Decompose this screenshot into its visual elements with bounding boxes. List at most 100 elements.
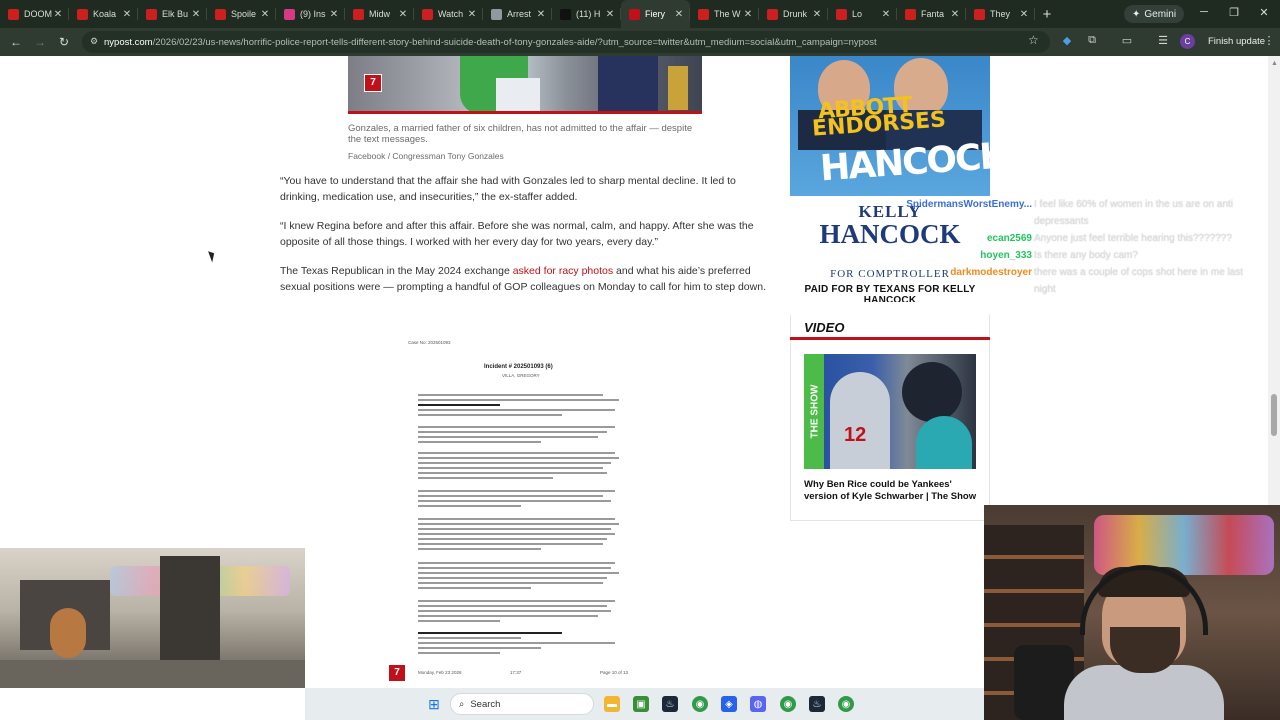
chat-username: ecan2569 (986, 233, 1032, 244)
url-domain: nypost.com (104, 36, 153, 48)
reload-icon[interactable]: ↻ (52, 35, 76, 49)
doc-footer-time: 17:37 (510, 670, 522, 675)
browser-tab[interactable]: Lo ✕ (828, 0, 897, 28)
menu-kebab-icon[interactable]: ⋮ (1262, 34, 1276, 48)
tab-close-icon[interactable]: ✕ (673, 9, 685, 20)
browser-tab[interactable]: Koala ✕ (69, 0, 138, 28)
tab-close-icon[interactable]: ✕ (52, 9, 64, 20)
doc-text-block (418, 490, 623, 510)
chat-text: Is there any body cam? (1034, 250, 1138, 261)
chrome-icon[interactable]: ◉ (838, 696, 854, 712)
video-heading: VIDEO (804, 320, 845, 335)
tab-label: Lo (852, 9, 863, 19)
video-title-link[interactable]: Why Ben Rice could be Yankees' version o… (804, 479, 982, 503)
address-bar[interactable]: ⚙ nypost.com/2026/02/23/us-news/horrific… (82, 31, 1050, 53)
reading-list-icon[interactable]: ☰ (1156, 34, 1170, 48)
chat-text: night (1034, 284, 1056, 295)
windows-start-icon[interactable]: ⊞ (426, 696, 442, 712)
restore-icon[interactable]: ❐ (1226, 6, 1242, 19)
doc-title: Incident # 202501093 (6) (484, 364, 553, 370)
tab-label: The W (714, 9, 741, 19)
browser-tab[interactable]: Fanta ✕ (897, 0, 966, 28)
discord-icon[interactable]: ◍ (750, 696, 766, 712)
extension-icon[interactable]: ◆ (1060, 34, 1074, 48)
webcam-streamer (984, 505, 1280, 720)
doc-text-block (418, 562, 623, 592)
browser-tab[interactable]: Spoile ✕ (207, 0, 276, 28)
photo-caption: Gonzales, a married father of six childr… (348, 123, 693, 145)
browser-tab[interactable]: (9) Ins ✕ (276, 0, 345, 28)
youtube-icon (8, 8, 19, 20)
tab-label: Fanta (921, 9, 945, 19)
forward-icon[interactable]: → (28, 35, 52, 49)
doc-text-block (418, 426, 623, 446)
stream-chat-overlay: SpidermansWorstEnemy... I feel like 60% o… (892, 196, 1280, 298)
tab-close-icon[interactable]: ✕ (121, 9, 133, 20)
search-label: Search (470, 698, 501, 710)
doc-text-block (418, 518, 623, 553)
scrollbar-thumb[interactable] (1271, 394, 1277, 436)
chat-message: depressants (892, 213, 1280, 230)
extensions-puzzle-icon[interactable]: ⧉ (1085, 34, 1099, 48)
site-info-icon[interactable]: ⚙ (90, 36, 100, 46)
gemini-button[interactable]: ✦ Gemini (1124, 5, 1185, 23)
browser-tab[interactable]: Watch ✕ (414, 0, 483, 28)
youtube-icon (77, 8, 88, 20)
chrome-icon[interactable]: ◉ (780, 696, 796, 712)
chat-message: SpidermansWorstEnemy... I feel like 60% o… (892, 196, 1280, 213)
steam-icon[interactable]: ♨ (662, 696, 678, 712)
tab-close-icon[interactable]: ✕ (397, 9, 409, 20)
bookmark-star-icon[interactable]: ☆ (1028, 33, 1039, 47)
browser-tab[interactable]: Fiery ✕ (621, 0, 690, 28)
taskbar-search[interactable]: ⌕ Search (450, 693, 594, 715)
browser-tab[interactable]: (11) H ✕ (552, 0, 621, 28)
browser-tab[interactable]: They ✕ (966, 0, 1035, 28)
jersey-number: 12 (844, 424, 867, 446)
app-icon[interactable]: ◈ (721, 696, 737, 712)
tab-label: DOOM (24, 9, 52, 19)
tab-label: Drunk (783, 9, 808, 19)
close-window-icon[interactable]: ✕ (1256, 6, 1272, 19)
browser-tab[interactable]: Midw ✕ (345, 0, 414, 28)
tab-label: Koala (93, 9, 117, 19)
browser-tab[interactable]: Elk Bu ✕ (138, 0, 207, 28)
article-paragraph-1: “You have to understand that the affair … (280, 175, 736, 203)
tab-close-icon[interactable]: ✕ (949, 9, 961, 20)
scroll-up-icon[interactable]: ▲ (1271, 60, 1278, 67)
show-logo: THE SHOW (809, 384, 821, 439)
doc-case-no: Case No: 202501093 (408, 340, 451, 345)
tab-close-icon[interactable]: ✕ (811, 9, 823, 20)
tab-close-icon[interactable]: ✕ (742, 9, 754, 20)
tab-close-icon[interactable]: ✕ (880, 9, 892, 20)
tab-close-icon[interactable]: ✕ (466, 9, 478, 20)
chat-message: darkmodestroyer there was a couple of cop… (892, 264, 1280, 281)
video-thumbnail[interactable]: THE SHOW 12 (804, 354, 976, 469)
tab-close-icon[interactable]: ✕ (604, 9, 616, 20)
minimize-icon[interactable]: ─ (1196, 6, 1212, 18)
app-icon[interactable]: ▣ (633, 696, 649, 712)
x-icon (560, 8, 571, 20)
nypost-badge-icon: 7 (388, 664, 406, 682)
browser-tab[interactable]: The W ✕ (690, 0, 759, 28)
split-view-icon[interactable]: ▭ (1120, 34, 1134, 48)
police-report-image: Case No: 202501093 Incident # 202501093 … (400, 334, 650, 688)
chrome-icon[interactable]: ◉ (692, 696, 708, 712)
profile-avatar[interactable]: C (1180, 34, 1195, 49)
back-icon[interactable]: ← (4, 35, 28, 49)
new-tab-button[interactable]: + (1035, 6, 1059, 23)
browser-tab[interactable]: Drunk ✕ (759, 0, 828, 28)
finish-update-button[interactable]: Finish update (1202, 33, 1271, 51)
youtube-icon (215, 8, 226, 20)
file-explorer-icon[interactable]: ▬ (604, 696, 620, 712)
tab-close-icon[interactable]: ✕ (535, 9, 547, 20)
tab-close-icon[interactable]: ✕ (1018, 9, 1030, 20)
browser-tab[interactable]: DOOM ✕ (0, 0, 69, 28)
tab-close-icon[interactable]: ✕ (259, 9, 271, 20)
doc-officer: VILLA, GREGORY (502, 373, 540, 378)
youtube-icon (836, 8, 847, 20)
browser-tab[interactable]: Arrest ✕ (483, 0, 552, 28)
steam-icon[interactable]: ♨ (809, 696, 825, 712)
tab-close-icon[interactable]: ✕ (190, 9, 202, 20)
tab-close-icon[interactable]: ✕ (328, 9, 340, 20)
racy-photos-link[interactable]: asked for racy photos (513, 265, 613, 277)
